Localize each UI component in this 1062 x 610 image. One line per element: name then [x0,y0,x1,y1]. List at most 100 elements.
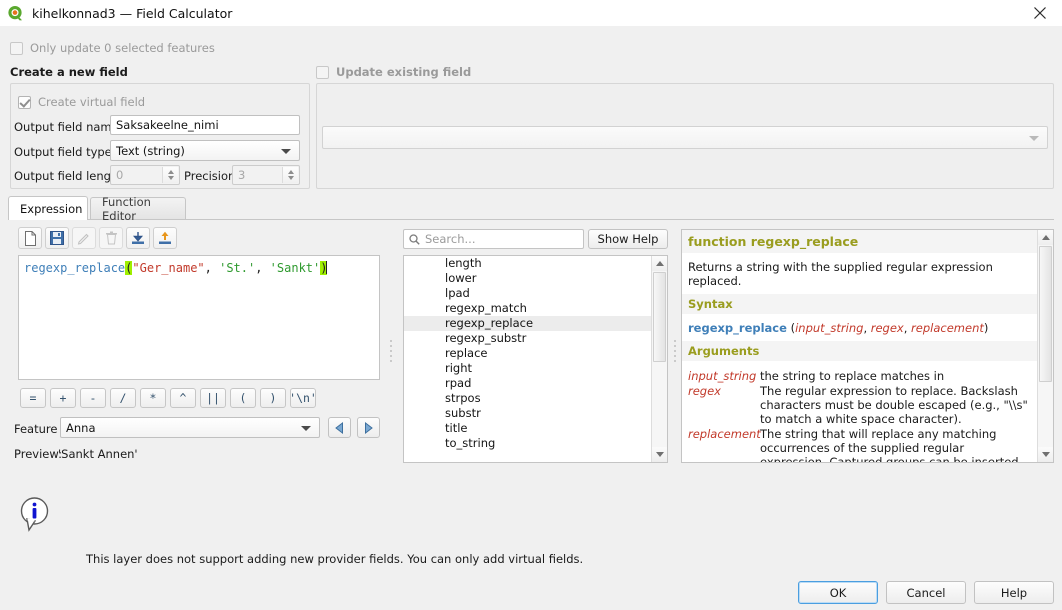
function-list-item[interactable]: lower [404,271,651,286]
ok-button[interactable]: OK [798,581,878,604]
help-syntax-arg-1: regex [870,321,904,335]
scrollbar-thumb[interactable] [653,272,666,362]
only-update-selected-checkbox[interactable] [10,41,23,55]
create-new-field-title: Create a new field [10,65,128,79]
help-argument-name: input_string [688,369,757,383]
title-bar: kihelkonnad3 — Field Calculator [0,0,1062,26]
operator-button-power[interactable]: ^ [170,388,196,408]
function-list-item[interactable]: regexp_match [404,301,651,316]
scrollbar-thumb[interactable] [1039,246,1052,382]
function-list-item[interactable]: length [404,256,651,271]
show-help-button[interactable]: Show Help [588,229,668,249]
function-list-item[interactable]: lpad [404,286,651,301]
function-list-item[interactable]: strpos [404,391,651,406]
function-list-item[interactable]: regexp_substr [404,331,651,346]
operator-button-newline[interactable]: '\n' [289,388,317,408]
feature-combo[interactable]: Anna [60,417,320,438]
create-virtual-field-row[interactable]: Create virtual field [18,95,145,109]
help-description: Returns a string with the supplied regul… [688,260,993,288]
search-icon [409,233,420,245]
stepper-buttons[interactable] [162,167,178,183]
cancel-button[interactable]: Cancel [886,581,966,604]
operator-button-divide[interactable]: / [110,388,136,408]
output-field-type-combo[interactable]: Text (string) [110,140,300,161]
function-list-item[interactable]: rpad [404,376,651,391]
text-caret [326,261,328,274]
only-update-selected-row[interactable]: Only update 0 selected features [10,41,215,55]
create-virtual-field-label: Create virtual field [38,95,146,109]
create-virtual-field-checkbox[interactable] [18,95,31,109]
export-expression-icon[interactable] [153,227,177,249]
scroll-down-icon[interactable] [1038,447,1053,462]
splitter-handle[interactable] [389,340,392,362]
help-arguments-list: input_string the string to replace matche… [682,361,1037,463]
import-expression-icon[interactable] [126,227,150,249]
tab-expression-label: Expression [20,201,83,216]
expression-toolbar [18,227,177,249]
chevron-down-icon [281,148,291,154]
chevron-down-icon [1029,135,1039,141]
new-expression-icon[interactable] [18,227,42,249]
field-calculator-dialog: kihelkonnad3 — Field Calculator Only upd… [0,0,1062,610]
output-field-length-value: 0 [116,168,124,182]
operator-button-close-paren[interactable]: ) [260,388,286,408]
previous-feature-icon[interactable] [328,417,351,438]
info-icon [18,496,52,532]
function-list-item[interactable]: substr [404,406,651,421]
function-list-items: length lower lpad regexp_match regexp_replac… [404,256,651,451]
function-list-item[interactable]: title [404,421,651,436]
preview-value: 'Sankt Annen' [58,447,138,461]
help-button[interactable]: Help [974,581,1054,604]
output-field-name-input[interactable]: Saksakeelne_nimi [110,115,300,135]
function-list-item[interactable]: to_string [404,436,651,451]
tab-function-editor[interactable]: Function Editor [90,195,186,223]
close-icon[interactable] [1018,0,1062,26]
help-syntax-arg-0: input_string [795,321,864,335]
search-input[interactable]: Search... [403,229,584,249]
expression-comma-2: , [255,261,270,275]
function-list-item[interactable]: replace [404,346,651,361]
scroll-up-icon[interactable] [652,256,667,271]
output-field-length-stepper[interactable]: 0 [110,165,180,185]
operator-button-multiply[interactable]: * [140,388,166,408]
function-list[interactable]: length lower lpad regexp_match regexp_replac… [403,255,668,463]
precision-label: Precision [184,169,236,183]
tab-expression[interactable]: Expression [8,196,88,220]
help-title: function regexp_replace [682,230,1037,253]
help-syntax-function: regexp_replace [688,321,787,335]
help-argument-description: the string to replace matches in [760,369,945,383]
help-panel: function regexp_replace Returns a string… [681,229,1054,463]
help-argument-name: regex [688,384,721,398]
output-field-type-label: Output field type [14,145,112,159]
update-existing-field-row[interactable]: Update existing field [316,65,471,79]
splitter-handle[interactable] [673,340,676,362]
bottom-message: This layer does not support adding new p… [86,552,584,566]
help-content: function regexp_replace Returns a string… [682,230,1037,463]
operator-button-equals[interactable]: = [20,388,46,408]
operator-button-concat[interactable]: || [200,388,226,408]
expression-function-token: regexp_replace [24,261,126,275]
delete-expression-icon [99,227,123,249]
operator-button-open-paren[interactable]: ( [230,388,256,408]
operator-button-minus[interactable]: - [80,388,106,408]
help-argument-row: regex The regular expression to replace. … [688,384,1031,426]
function-list-item[interactable]: regexp_replace [404,316,651,331]
help-scrollbar[interactable] [1037,230,1053,462]
function-list-scrollbar[interactable] [651,256,667,462]
save-expression-icon[interactable] [45,227,69,249]
scroll-up-icon[interactable] [1038,230,1053,245]
function-list-item[interactable]: right [404,361,651,376]
precision-stepper[interactable]: 3 [232,165,300,185]
operator-button-plus[interactable]: + [50,388,76,408]
help-argument-description: The string that will replace any matchin… [760,427,1019,463]
edit-expression-icon [72,227,96,249]
stepper-buttons[interactable] [282,167,298,183]
scroll-down-icon[interactable] [652,447,667,462]
existing-field-combo[interactable] [322,126,1048,149]
feature-value: Anna [66,420,96,435]
precision-value: 3 [238,168,246,182]
expression-string-2: 'Sankt' [269,261,321,275]
next-feature-icon[interactable] [357,417,380,438]
update-existing-field-checkbox[interactable] [316,65,329,79]
expression-input[interactable]: regexp_replace("Ger_name", 'St.', 'Sankt… [18,255,380,380]
